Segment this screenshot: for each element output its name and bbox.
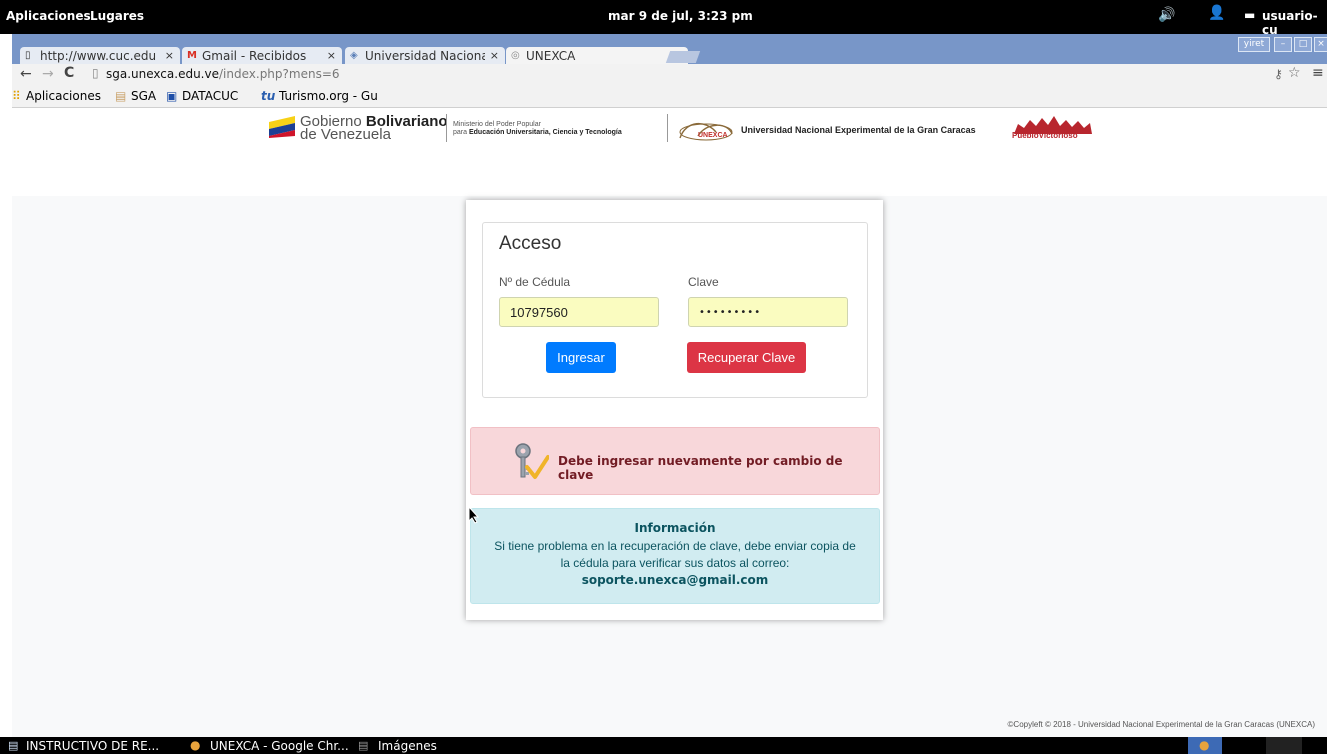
tab-label: http://www.cuc.edu <box>40 49 157 63</box>
alert-info: Información Si tiene problema en la recu… <box>470 508 880 604</box>
top-panel: Aplicaciones Lugares mar 9 de jul, 3:23 … <box>0 0 1327 37</box>
document-icon: ▤ <box>8 739 19 752</box>
star-icon[interactable]: ☆ <box>1288 65 1301 81</box>
taskbar: ▤ INSTRUCTIVO DE RE... ● UNEXCA - Google… <box>0 737 1327 754</box>
min-line2-b: Educación Universitaria, Ciencia y Tecno… <box>468 129 622 136</box>
close-window-button[interactable]: × <box>1314 37 1327 52</box>
url-path: /index.php?mens=6 <box>219 67 340 81</box>
info-line1: Si tiene problema en la recuperación de … <box>494 539 856 553</box>
applications-menu[interactable]: Aplicaciones <box>6 9 91 23</box>
tab-gmail[interactable]: M Gmail - Recibidos × <box>182 47 342 64</box>
taskbar-item-chrome[interactable]: UNEXCA - Google Chr... <box>210 739 349 753</box>
divider <box>667 114 668 142</box>
tab-unexca[interactable]: ◎ UNEXCA × <box>506 47 688 64</box>
places-menu[interactable]: Lugares <box>90 9 144 23</box>
taskbar-item-instructivo[interactable]: INSTRUCTIVO DE RE... <box>26 739 159 753</box>
workspace-switcher[interactable] <box>1266 737 1302 754</box>
web-page: Gobierno Bolivariano de Venezuela Minist… <box>12 108 1327 737</box>
volume-icon[interactable]: 🔊 <box>1158 7 1175 23</box>
cedula-input[interactable]: 10797560 <box>499 297 659 327</box>
site-icon: ◈ <box>350 50 358 61</box>
venezuela-flag-logo <box>269 116 295 138</box>
turismo-icon: tu <box>261 89 276 103</box>
back-icon[interactable]: ← <box>20 66 32 82</box>
new-tab-button[interactable] <box>665 51 701 63</box>
tab-cuc[interactable]: ▯ http://www.cuc.edu × <box>20 47 180 64</box>
clave-input[interactable]: ••••••••• <box>688 297 848 327</box>
bookmarks-bar: ⠿ Aplicaciones ▤ SGA ▣ DATACUC tu Turism… <box>12 86 1327 108</box>
unexca-logo: UNEXCA <box>676 118 736 142</box>
tab-label: UNEXCA <box>526 49 576 63</box>
tab-universidad[interactable]: ◈ Universidad Nacional × <box>345 47 505 64</box>
min-line1: Ministerio del Poder Popular <box>453 121 541 128</box>
close-icon[interactable]: × <box>490 49 499 62</box>
taskbar-item-imagenes[interactable]: Imágenes <box>378 739 437 753</box>
key-icon[interactable]: ⚷ <box>1274 67 1283 81</box>
user-switch-icon[interactable]: 👤 <box>1208 5 1225 21</box>
form-title: Acceso <box>499 233 562 254</box>
window-user-badge: yiret <box>1238 37 1270 52</box>
folder-icon: ▤ <box>358 739 369 752</box>
folder-icon: ▤ <box>115 89 127 103</box>
close-icon[interactable]: × <box>327 49 336 62</box>
min-line2-a: para <box>453 129 469 136</box>
clave-label: Clave <box>688 275 719 289</box>
divider <box>446 114 447 142</box>
cedula-label: Nº de Cédula <box>499 275 571 289</box>
ministerio-text: Ministerio del Poder Popular para Educac… <box>453 121 622 137</box>
chrome-icon: ● <box>190 738 201 752</box>
gob-text-c: de Venezuela <box>300 126 391 143</box>
tab-strip: ▯ http://www.cuc.edu × M Gmail - Recibid… <box>12 34 1327 64</box>
close-icon[interactable]: × <box>165 49 174 62</box>
unexca-mark: UNEXCA <box>698 132 728 139</box>
pueblo-text: PuebloVictorioso <box>1012 131 1078 140</box>
forward-icon[interactable]: → <box>42 66 54 82</box>
user-menu[interactable]: usuario-cu <box>1262 9 1327 37</box>
page-footer: ©Copyleft © 2018 - Universidad Nacional … <box>1007 720 1315 729</box>
login-button[interactable]: Ingresar <box>546 342 616 373</box>
support-email[interactable]: soporte.unexca@gmail.com <box>471 573 879 587</box>
bookmark-sga[interactable]: SGA <box>131 89 156 103</box>
page-icon: ▯ <box>92 66 99 80</box>
browser-toolbar: ← → C ▯ sga.unexca.edu.ve /index.php?men… <box>12 64 1327 86</box>
bookmark-datacuc[interactable]: DATACUC <box>182 89 238 103</box>
workspace-indicator[interactable]: ● <box>1188 737 1222 754</box>
pueblo-victorioso-logo: PuebloVictorioso <box>1012 114 1094 142</box>
apps-grid-icon: ⠿ <box>12 89 21 103</box>
address-bar[interactable]: ▯ sga.unexca.edu.ve /index.php?mens=6 <box>88 66 1278 83</box>
gobierno-logo-text: Gobierno Bolivariano de Venezuela <box>300 114 448 143</box>
reload-icon[interactable]: C <box>64 65 74 81</box>
alert-danger: Debe ingresar nuevamente por cambio de c… <box>470 427 880 495</box>
university-name: Universidad Nacional Experimental de la … <box>741 125 976 135</box>
recover-password-button[interactable]: Recuperar Clave <box>687 342 806 373</box>
info-line2: la cédula para verificar sus datos al co… <box>560 556 790 570</box>
minimize-button[interactable]: – <box>1274 37 1292 52</box>
chat-icon[interactable]: ▬ <box>1244 8 1255 22</box>
info-title: Información <box>634 521 716 535</box>
gmail-icon: M <box>187 50 197 61</box>
maximize-button[interactable]: □ <box>1294 37 1312 52</box>
datacuc-icon: ▣ <box>166 89 178 103</box>
login-card: Acceso Nº de Cédula Clave 10797560 •••••… <box>466 200 883 620</box>
bookmark-aplicaciones[interactable]: Aplicaciones <box>26 89 101 103</box>
url-host: sga.unexca.edu.ve <box>106 67 219 81</box>
site-icon: ◎ <box>511 50 520 61</box>
page-header: Gobierno Bolivariano de Venezuela Minist… <box>12 108 1327 196</box>
key-check-icon <box>513 441 550 481</box>
clock[interactable]: mar 9 de jul, 3:23 pm <box>608 9 753 23</box>
alert-message: Debe ingresar nuevamente por cambio de c… <box>558 454 843 482</box>
chrome-icon: ● <box>1199 738 1210 752</box>
tab-label: Universidad Nacional <box>365 49 485 63</box>
bookmark-turismo[interactable]: Turismo.org - Gu <box>279 89 378 103</box>
mouse-cursor <box>468 505 480 524</box>
browser-window: ▯ http://www.cuc.edu × M Gmail - Recibid… <box>12 34 1327 737</box>
login-form: Acceso Nº de Cédula Clave 10797560 •••••… <box>482 222 868 398</box>
menu-icon[interactable]: ≡ <box>1312 65 1324 81</box>
tab-label: Gmail - Recibidos <box>202 49 307 63</box>
page-icon: ▯ <box>25 50 31 61</box>
